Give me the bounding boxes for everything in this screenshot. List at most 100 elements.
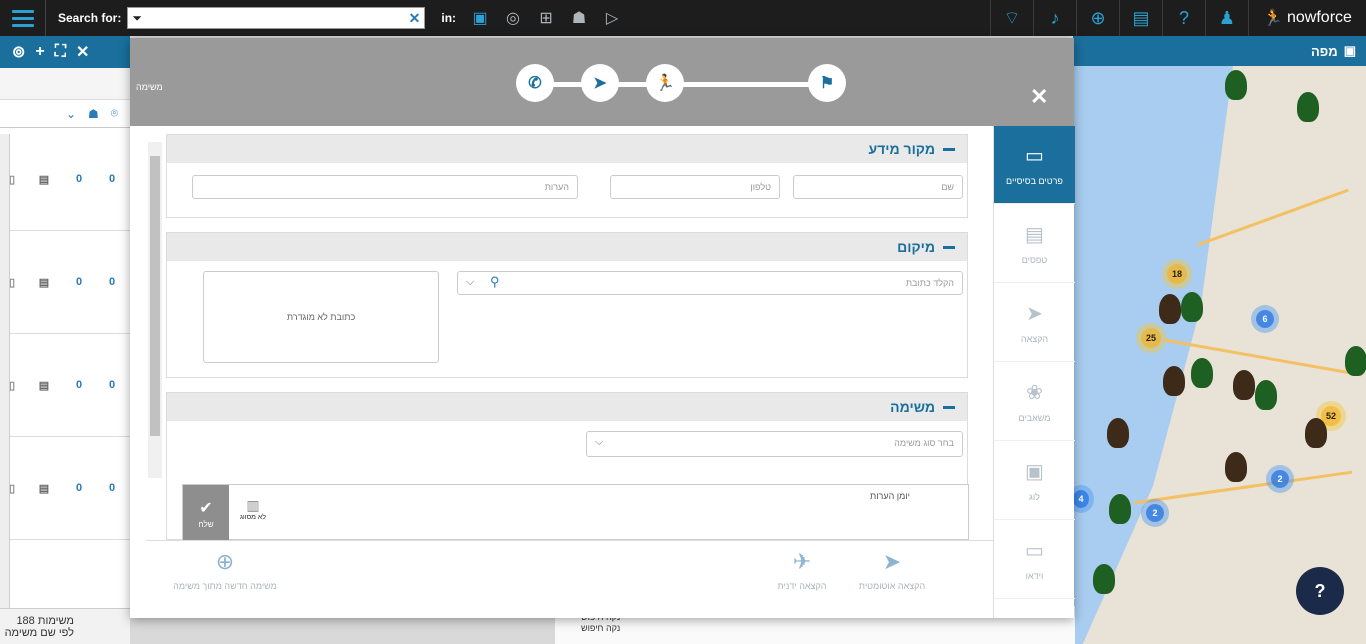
collapse-icon[interactable]	[943, 245, 955, 249]
runner-icon: 🏃	[1263, 10, 1283, 27]
map-cluster[interactable]: 18	[1167, 264, 1187, 284]
task-type-placeholder: בחר סוג משימה	[894, 438, 954, 448]
layout-icon[interactable]: ▤	[1119, 0, 1162, 36]
table-row[interactable]: ▯ ▤ 0 0	[0, 334, 130, 437]
hamburger-menu-icon[interactable]	[0, 0, 46, 36]
map-cluster[interactable]: 4	[1073, 490, 1089, 508]
map-resource-pin[interactable]	[1225, 70, 1247, 100]
collapse-icon[interactable]	[943, 405, 955, 409]
phone-field[interactable]: טלפון	[610, 175, 780, 199]
map-resource-pin[interactable]	[1181, 292, 1203, 322]
notes-field[interactable]: הערות	[192, 175, 578, 199]
notes-log[interactable]: ✔ שלח ▥ לא מסווג יומן הערות	[182, 484, 969, 541]
table-row[interactable]: ▯ ▤ 0 0	[0, 231, 130, 334]
user-icon[interactable]: ♟	[1205, 0, 1248, 36]
chat-help-button[interactable]: ?	[1296, 567, 1344, 615]
search-input[interactable]	[148, 9, 409, 27]
expand-icon[interactable]: ⛶	[55, 43, 66, 61]
add-task-icon[interactable]: ⊕	[1076, 0, 1119, 36]
tab-log[interactable]: ▣ לוג	[994, 442, 1075, 520]
dispatch-icon: ✈	[792, 549, 812, 574]
modal-side-tabs: ▭ פרטים בסיסיים ▤ טפסים ➤ הקצאה ❀ משאבים…	[993, 126, 1075, 618]
tab-label: פרטים בסיסיים	[1006, 176, 1063, 186]
tab-basic-details[interactable]: ▭ פרטים בסיסיים	[994, 126, 1075, 204]
filter-icon[interactable]: ⏷	[132, 11, 148, 26]
map-resource-pin[interactable]	[1159, 294, 1181, 324]
manual-dispatch-button[interactable]: ✈ הקצאה ידנית	[752, 549, 852, 591]
new-task-from-task-button[interactable]: ⊕ משימה חדשה מתוך משימה	[164, 549, 286, 591]
table-row[interactable]: ▯ ▤ 0 0	[0, 437, 130, 540]
form-icon: ▤	[1025, 224, 1044, 246]
clear-search-link[interactable]: נקה חיפוש	[581, 623, 620, 634]
tag-scope-icon[interactable]: ▷	[600, 7, 624, 29]
map-resource-pin[interactable]	[1255, 380, 1277, 410]
users-scope-icon[interactable]: ☗	[567, 7, 591, 29]
name-field[interactable]: שם	[793, 175, 963, 199]
location-section-header[interactable]: מיקום	[167, 233, 967, 261]
network-scope-icon[interactable]: ⊞	[534, 7, 558, 29]
map-resource-pin[interactable]	[1191, 358, 1213, 388]
send-icon: ➤	[882, 549, 902, 574]
search-icon[interactable]: ⚲	[490, 274, 500, 290]
map-cluster[interactable]: 6	[1256, 310, 1274, 328]
task-list-panel: ⊚ + ⛶ ✕ ⌄ ☗ ⌾ ▯ ▤ 0 0 ▯ ▤ 0 0 ▯ ▤ 0 0 ▯ …	[0, 36, 130, 644]
clear-search-icon[interactable]: ✕	[409, 10, 421, 27]
search-label: Search for:	[58, 11, 122, 25]
task-list-rows: ▯ ▤ 0 0 ▯ ▤ 0 0 ▯ ▤ 0 0 ▯ ▤ 0 0	[0, 128, 130, 540]
row-count-b: 0	[108, 482, 116, 494]
map-resource-pin[interactable]	[1297, 92, 1319, 122]
app-page: { "topbar": { "search_label": "Search fo…	[0, 0, 1366, 644]
map-resource-pin[interactable]	[1107, 418, 1129, 448]
location-column-icon[interactable]: ⌾	[111, 106, 118, 121]
brand-name: nowforce	[1287, 9, 1352, 26]
source-section-header[interactable]: מקור מידע	[167, 135, 967, 163]
tab-resources[interactable]: ❀ משאבים	[994, 363, 1075, 441]
map-icon: ▣	[1343, 43, 1356, 58]
target-scope-icon[interactable]: ◎	[501, 7, 525, 29]
close-icon[interactable]: ✕	[76, 42, 89, 62]
table-row[interactable]: ▯ ▤ 0 0	[0, 128, 130, 231]
help-icon[interactable]: ?	[1162, 0, 1205, 36]
row-count-a: 0	[75, 379, 83, 391]
map-scope-icon[interactable]: ▣	[468, 7, 492, 29]
address-input[interactable]: ⌵ ⚲ הקלד כתובת	[457, 271, 963, 295]
resource-column-icon[interactable]: ☗	[88, 107, 99, 121]
map-resource-pin[interactable]	[1163, 366, 1185, 396]
wifi-icon[interactable]: ⌔	[990, 0, 1033, 36]
task-type-section-header[interactable]: משימה	[167, 393, 967, 421]
send-note-button[interactable]: ✔ שלח	[183, 485, 229, 541]
tab-dispatch[interactable]: ➤ הקצאה	[994, 284, 1075, 362]
map-resource-pin[interactable]	[1109, 494, 1131, 524]
send-icon: ➤	[581, 64, 619, 102]
map-panel[interactable]: 18 25 52 6 2 2 4 מפה ▣	[1073, 36, 1366, 644]
source-section: מקור מידע הערות טלפון שם	[166, 134, 968, 218]
chevron-down-icon[interactable]: ⌵	[466, 276, 474, 289]
map-cluster[interactable]: 2	[1146, 504, 1164, 522]
task-list-scrollbar[interactable]	[0, 134, 10, 624]
auto-dispatch-button[interactable]: ➤ הקצאה אוטומטית	[842, 549, 942, 591]
collapse-icon[interactable]	[943, 147, 955, 151]
map-resource-pin[interactable]	[1225, 452, 1247, 482]
tab-forms[interactable]: ▤ טפסים	[994, 205, 1075, 283]
row-count-a: 0	[75, 276, 83, 288]
tab-video[interactable]: ▭ וידאו	[994, 521, 1075, 599]
map-resource-pin[interactable]	[1093, 564, 1115, 594]
search-icon[interactable]: ⊚	[12, 42, 25, 62]
map-resource-pin[interactable]	[1233, 370, 1255, 400]
row-count-a: 0	[75, 482, 83, 494]
chevron-down-icon[interactable]: ⌵	[595, 436, 603, 449]
map-resource-pin[interactable]	[1305, 418, 1327, 448]
task-type-select[interactable]: ⌵ בחר סוג משימה	[586, 431, 963, 457]
new-task-from-task-label: משימה חדשה מתוך משימה	[173, 581, 277, 591]
map-resource-pin[interactable]	[1345, 346, 1366, 376]
tab-label: וידאו	[1025, 571, 1044, 581]
building-icon: ▥	[246, 497, 260, 513]
close-modal-icon[interactable]: ✕	[1030, 84, 1048, 110]
row-doc-icon: ▤	[38, 482, 50, 495]
bell-icon[interactable]: ♪	[1033, 0, 1076, 36]
map-cluster[interactable]: 25	[1141, 328, 1161, 348]
add-icon[interactable]: +	[35, 43, 44, 61]
map-cluster[interactable]: 2	[1271, 470, 1289, 488]
sort-icon[interactable]: ⌄	[66, 107, 76, 121]
unclassified-toggle[interactable]: ▥ לא מסווג	[235, 497, 271, 521]
